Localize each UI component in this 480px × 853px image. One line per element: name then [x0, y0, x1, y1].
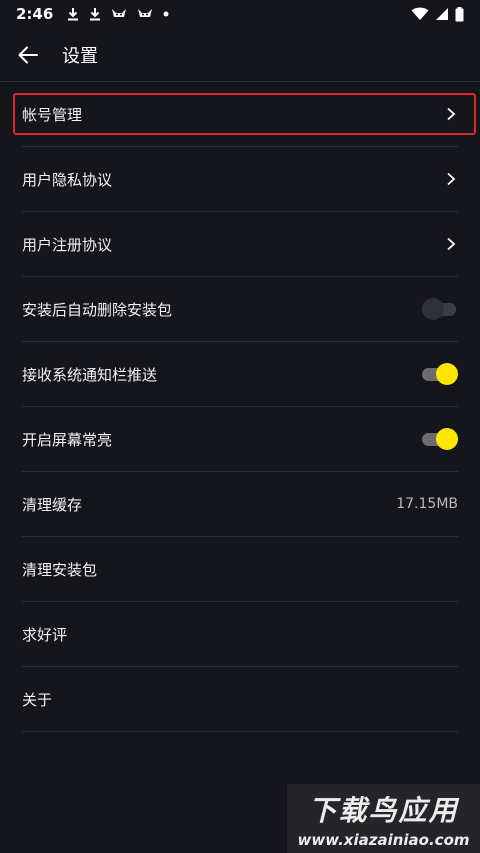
settings-item-label: 安装后自动删除安装包	[22, 300, 173, 319]
toggle-knob	[436, 363, 458, 385]
settings-item-privacy[interactable]: 用户隐私协议	[22, 147, 458, 212]
chevron-right-icon	[447, 107, 456, 121]
back-button[interactable]	[0, 28, 56, 82]
signal-icon	[436, 8, 448, 20]
chevron-right-icon	[447, 172, 456, 186]
watermark-url: www.xiazainiao.com	[297, 830, 470, 849]
settings-item-register[interactable]: 用户注册协议	[22, 212, 458, 277]
toggle-knob	[436, 428, 458, 450]
system-icons	[411, 6, 464, 22]
settings-item-notify: 接收系统通知栏推送	[22, 342, 458, 407]
settings-screen: 2:46 设置 帐号管理 用户隐私协议 用户注册协议 安装后自动删除安装包 接收…	[0, 0, 480, 853]
settings-item-label: 用户注册协议	[22, 235, 113, 254]
settings-item-label: 清理安装包	[22, 560, 98, 579]
settings-item-account[interactable]: 帐号管理	[13, 82, 476, 147]
settings-item-label: 关于	[22, 690, 53, 709]
settings-item-about[interactable]: 关于	[22, 667, 458, 732]
dot-icon	[163, 11, 169, 17]
settings-item-clear-cache[interactable]: 清理缓存 17.15MB	[22, 472, 458, 537]
highlight-frame	[13, 93, 476, 135]
app-bar: 设置	[0, 28, 480, 82]
settings-item-screen-on: 开启屏幕常亮	[22, 407, 458, 472]
settings-item-label: 清理缓存	[22, 495, 83, 514]
settings-item-label: 开启屏幕常亮	[22, 430, 113, 449]
download-icon	[90, 8, 101, 21]
wifi-icon	[411, 7, 429, 20]
status-bar: 2:46	[0, 0, 480, 28]
cache-size: 17.15MB	[396, 496, 458, 512]
settings-item-label: 接收系统通知栏推送	[22, 365, 158, 384]
settings-item-label: 用户隐私协议	[22, 170, 113, 189]
watermark-title: 下载鸟应用	[308, 793, 459, 827]
app-icon	[112, 9, 127, 17]
arrow-left-icon	[18, 46, 38, 63]
battery-icon	[455, 6, 464, 21]
settings-item-clear-packages[interactable]: 清理安装包	[22, 537, 458, 602]
download-icon	[68, 8, 79, 21]
notification-icons	[67, 7, 169, 21]
settings-item-auto-delete: 安装后自动删除安装包	[22, 277, 458, 342]
settings-item-label: 帐号管理	[22, 105, 83, 124]
page-title: 设置	[62, 45, 98, 67]
screen-on-toggle[interactable]	[422, 428, 458, 450]
app-icon	[138, 9, 153, 17]
settings-item-rate[interactable]: 求好评	[22, 602, 458, 667]
chevron-right-icon	[447, 237, 456, 251]
toggle-knob	[422, 298, 444, 320]
settings-item-label: 求好评	[22, 625, 68, 644]
status-time: 2:46	[16, 5, 54, 23]
auto-delete-toggle[interactable]	[422, 298, 458, 320]
notify-toggle[interactable]	[422, 363, 458, 385]
settings-list: 帐号管理 用户隐私协议 用户注册协议 安装后自动删除安装包 接收系统通知栏推送 …	[0, 82, 480, 732]
watermark: 下载鸟应用 www.xiazainiao.com	[287, 784, 480, 853]
